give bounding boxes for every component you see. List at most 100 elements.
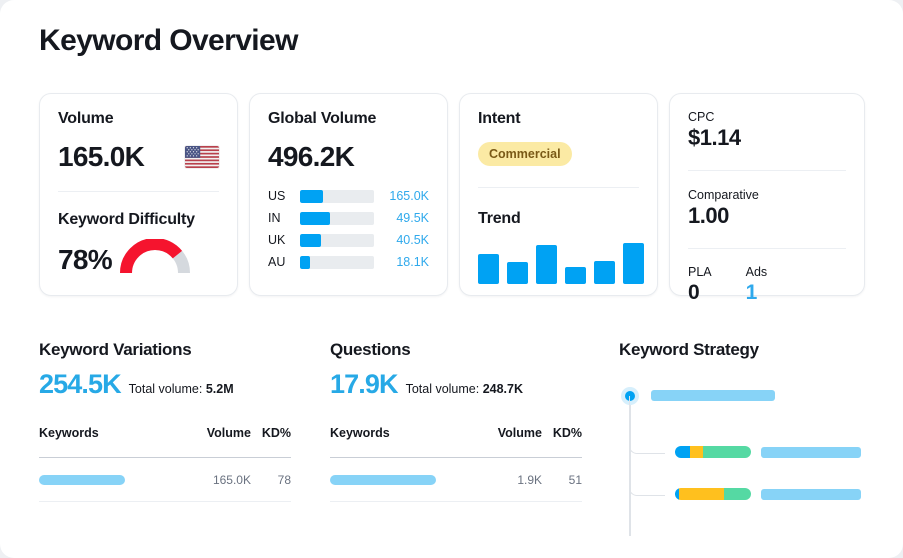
table-row[interactable]: 165.0K 78 (39, 458, 291, 501)
strategy-root-bar (651, 390, 775, 401)
strategy-child-row[interactable] (675, 488, 861, 500)
strategy-segment-bar (675, 446, 751, 458)
keyword-variations-total: Total volume: 5.2M (129, 382, 234, 396)
volume-cell: 1.9K (480, 473, 542, 487)
intent-badge[interactable]: Commercial (478, 142, 572, 166)
global-volume-list: US 165.0K IN 49.5K UK 40.5K AU 1 (268, 185, 429, 273)
total-volume-prefix: Total volume: (406, 382, 480, 396)
global-volume-row[interactable]: IN 49.5K (268, 207, 429, 229)
trend-bar (478, 254, 499, 284)
country-volume: 18.1K (382, 255, 429, 269)
questions-count: 17.9K (330, 369, 398, 400)
panel-keyword-strategy: Keyword Strategy (619, 340, 869, 532)
kd-cell: 78 (251, 473, 291, 487)
card-cpc[interactable]: CPC $1.14 Comparative 1.00 PLA 0 Ads 1 (669, 93, 865, 296)
column-volume[interactable]: Volume (189, 426, 251, 440)
trend-bar (594, 261, 615, 284)
table-row-divider (39, 501, 291, 502)
strategy-child-row[interactable] (675, 446, 861, 458)
total-volume-prefix: Total volume: (129, 382, 203, 396)
global-volume-row[interactable]: US 165.0K (268, 185, 429, 207)
pla-ads-row: PLA 0 Ads 1 (688, 265, 846, 305)
country-bar-fill (300, 190, 323, 203)
global-volume-row[interactable]: AU 18.1K (268, 251, 429, 273)
trend-bar (565, 267, 586, 284)
questions-title: Questions (330, 340, 582, 360)
panel-keyword-variations: Keyword Variations 254.5K Total volume: … (39, 340, 291, 502)
cpc-divider-1 (688, 170, 846, 171)
tree-branch-connector (629, 396, 665, 496)
keyword-difficulty-value: 78% (58, 246, 112, 274)
column-keywords[interactable]: Keywords (330, 426, 480, 440)
column-volume[interactable]: Volume (480, 426, 542, 440)
segment-green (703, 446, 751, 458)
country-volume: 40.5K (382, 233, 429, 247)
keyword-variations-title: Keyword Variations (39, 340, 291, 360)
keyword-strategy-title: Keyword Strategy (619, 340, 869, 360)
cpc-divider-2 (688, 248, 846, 249)
trend-bar (507, 262, 528, 284)
cpc-label: CPC (688, 110, 846, 124)
table-header: Keywords Volume KD% (330, 426, 582, 440)
intent-label: Intent (478, 110, 639, 128)
table-row[interactable]: 1.9K 51 (330, 458, 582, 501)
global-volume-row[interactable]: UK 40.5K (268, 229, 429, 251)
country-bar-fill (300, 212, 330, 225)
panel-questions: Questions 17.9K Total volume: 248.7K Key… (330, 340, 582, 502)
card-intent[interactable]: Intent Commercial Trend (459, 93, 658, 296)
keyword-difficulty-gauge (120, 239, 190, 274)
global-volume-value: 496.2K (268, 142, 429, 171)
country-volume: 49.5K (382, 211, 429, 225)
keyword-difficulty-label: Keyword Difficulty (58, 211, 219, 229)
country-bar-track (300, 190, 374, 203)
ads-value[interactable]: 1 (746, 281, 768, 305)
page-title: Keyword Overview (39, 24, 298, 58)
volume-divider (58, 191, 219, 192)
keyword-variations-count: 254.5K (39, 369, 121, 400)
country-code: IN (268, 211, 292, 225)
comparative-label: Comparative (688, 188, 846, 202)
metric-cards-row: Volume 165.0K (39, 93, 865, 296)
country-code: UK (268, 233, 292, 247)
questions-total: Total volume: 248.7K (406, 382, 523, 396)
trend-bar (536, 245, 557, 284)
country-code: US (268, 189, 292, 203)
total-volume-value: 5.2M (206, 382, 234, 396)
comparative-value: 1.00 (688, 203, 846, 229)
segment-yellow (679, 488, 725, 500)
pla-metric: PLA 0 (688, 265, 712, 305)
ads-metric: Ads 1 (746, 265, 768, 305)
country-volume: 165.0K (382, 189, 429, 203)
volume-value-row: 165.0K (58, 142, 219, 171)
strategy-child-bar (761, 489, 861, 500)
keyword-placeholder-bar (39, 475, 125, 485)
table-header: Keywords Volume KD% (39, 426, 291, 440)
keyword-variations-kpi-row: 254.5K Total volume: 5.2M (39, 369, 291, 400)
country-bar-fill (300, 234, 321, 247)
global-volume-label: Global Volume (268, 110, 429, 128)
strategy-segment-bar (675, 488, 751, 500)
trend-label: Trend (478, 210, 639, 228)
intent-divider (478, 187, 639, 188)
pla-label: PLA (688, 265, 712, 279)
cpc-value: $1.14 (688, 125, 846, 151)
kd-cell: 51 (542, 473, 582, 487)
card-global-volume[interactable]: Global Volume 496.2K US 165.0K IN 49.5K … (249, 93, 448, 296)
strategy-child-bar (761, 447, 861, 458)
country-bar-track (300, 234, 374, 247)
segment-green (724, 488, 751, 500)
questions-table: Keywords Volume KD% 1.9K 51 (330, 426, 582, 502)
column-kd[interactable]: KD% (542, 426, 582, 440)
keyword-difficulty-row: 78% (58, 239, 219, 274)
us-flag-icon (185, 146, 219, 168)
volume-value: 165.0K (58, 142, 144, 171)
trend-bar-chart (478, 240, 639, 284)
keyword-cell (39, 475, 189, 485)
column-kd[interactable]: KD% (251, 426, 291, 440)
segment-blue (675, 446, 690, 458)
keyword-placeholder-bar (330, 475, 436, 485)
card-volume[interactable]: Volume 165.0K (39, 93, 238, 296)
column-keywords[interactable]: Keywords (39, 426, 189, 440)
trend-bar (623, 243, 644, 284)
country-bar-fill (300, 256, 310, 269)
